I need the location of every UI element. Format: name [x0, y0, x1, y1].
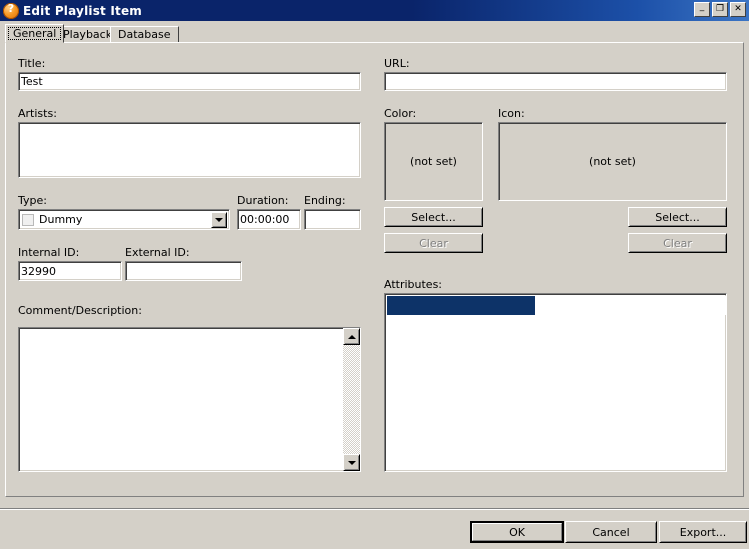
- scroll-up-icon[interactable]: [343, 328, 360, 345]
- maximize-icon: ❐: [715, 4, 725, 14]
- url-input[interactable]: [384, 72, 727, 91]
- artists-input[interactable]: [18, 122, 361, 178]
- ok-button[interactable]: OK: [470, 521, 564, 543]
- title-input-value: Test: [21, 75, 43, 88]
- internal-id-input-value: 32990: [21, 265, 56, 278]
- window-title: Edit Playlist Item: [23, 3, 143, 18]
- color-preview: (not set): [384, 122, 483, 201]
- tab-general[interactable]: General: [5, 24, 65, 43]
- tab-general-label: General: [13, 27, 57, 40]
- color-clear-button[interactable]: Clear: [384, 233, 483, 253]
- color-label: Color:: [384, 107, 417, 120]
- maximize-button[interactable]: ❐: [712, 2, 728, 17]
- title-bar[interactable]: Edit Playlist Item _ ❐ ✕: [0, 0, 749, 21]
- attributes-label: Attributes:: [384, 278, 443, 291]
- export-button[interactable]: Export...: [659, 521, 747, 543]
- internal-id-input[interactable]: 32990: [18, 261, 122, 281]
- comment-scrollbar[interactable]: [343, 328, 360, 471]
- attribute-value-cell[interactable]: [535, 296, 726, 315]
- edit-playlist-item-dialog: Edit Playlist Item _ ❐ ✕ General Playbac…: [0, 0, 749, 549]
- ending-input-value: [305, 210, 360, 212]
- comment-textarea[interactable]: [18, 327, 361, 472]
- icon-select-button[interactable]: Select...: [628, 207, 727, 227]
- url-label: URL:: [384, 57, 410, 70]
- ok-label: OK: [509, 525, 525, 539]
- external-id-input-value: [126, 262, 241, 264]
- minimize-icon: _: [699, 2, 705, 12]
- external-id-input[interactable]: [125, 261, 242, 281]
- tab-strip: General Playback Database: [5, 24, 744, 43]
- type-combobox-value: Dummy: [39, 213, 83, 226]
- type-combobox[interactable]: Dummy: [18, 209, 230, 230]
- cancel-button[interactable]: Cancel: [565, 521, 657, 543]
- color-select-button[interactable]: Select...: [384, 207, 483, 227]
- duration-input[interactable]: 00:00:00: [237, 209, 301, 230]
- icon-clear-button[interactable]: Clear: [628, 233, 727, 253]
- tab-database[interactable]: Database: [110, 26, 179, 43]
- tab-playback-label: Playback: [63, 28, 113, 41]
- color-preview-text: (not set): [410, 155, 457, 168]
- color-select-label: Select...: [411, 210, 456, 224]
- cancel-label: Cancel: [592, 525, 630, 539]
- icon-clear-label: Clear: [663, 236, 692, 250]
- url-input-value: [385, 73, 726, 75]
- ending-input[interactable]: [304, 209, 361, 230]
- title-input[interactable]: Test: [18, 72, 361, 91]
- table-row[interactable]: [387, 296, 726, 315]
- close-button[interactable]: ✕: [730, 2, 746, 17]
- duration-input-value: 00:00:00: [240, 213, 290, 226]
- title-label: Title:: [18, 57, 46, 70]
- internal-id-label: Internal ID:: [18, 246, 80, 259]
- icon-select-label: Select...: [655, 210, 700, 224]
- type-label: Type:: [18, 194, 47, 207]
- ending-label: Ending:: [304, 194, 346, 207]
- minimize-button[interactable]: _: [694, 2, 710, 17]
- chevron-down-icon[interactable]: [211, 212, 227, 228]
- footer-divider: [0, 508, 749, 510]
- color-clear-label: Clear: [419, 236, 448, 250]
- attribute-name-cell[interactable]: [387, 296, 535, 315]
- app-orb-icon: [3, 2, 19, 19]
- window-controls: _ ❐ ✕: [694, 2, 746, 17]
- type-color-swatch-icon: [22, 213, 34, 226]
- attributes-list[interactable]: [384, 293, 727, 472]
- comment-label: Comment/Description:: [18, 304, 142, 317]
- artists-input-value: [19, 123, 360, 125]
- icon-label: Icon:: [498, 107, 525, 120]
- general-tab-page: Title: Test Artists: Type: Dummy Duratio…: [5, 42, 744, 497]
- export-label: Export...: [679, 525, 727, 539]
- icon-preview-text: (not set): [589, 155, 636, 168]
- icon-preview: (not set): [498, 122, 727, 201]
- tab-database-label: Database: [118, 28, 171, 41]
- comment-textarea-value: [19, 328, 360, 330]
- artists-label: Artists:: [18, 107, 57, 120]
- external-id-label: External ID:: [125, 246, 190, 259]
- close-icon: ✕: [734, 4, 742, 14]
- duration-label: Duration:: [237, 194, 289, 207]
- scroll-down-icon[interactable]: [343, 454, 360, 471]
